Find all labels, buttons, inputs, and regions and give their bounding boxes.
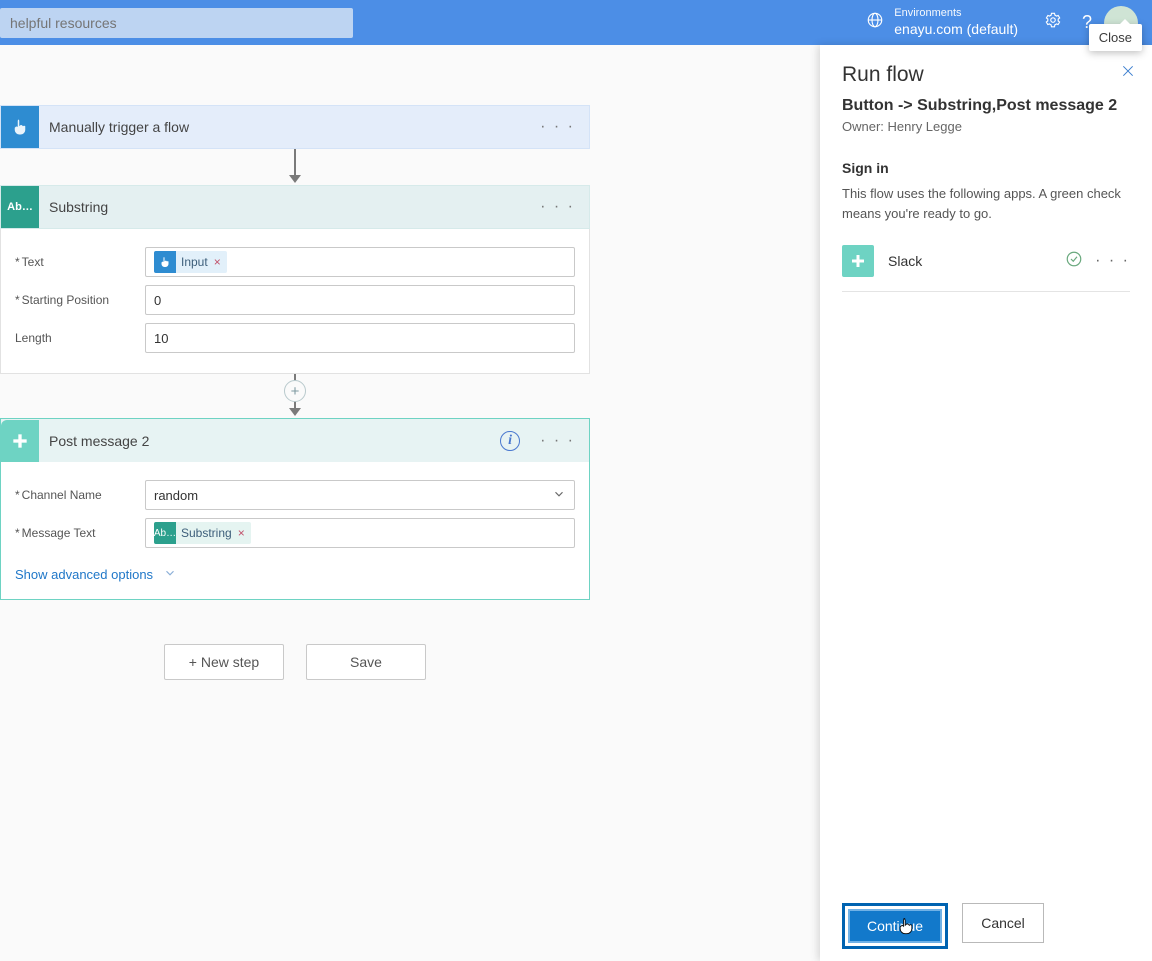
connection-name: Slack (888, 253, 1065, 269)
channel-value: random (154, 488, 198, 503)
substring-start-label: Starting Position (15, 293, 145, 307)
substring-menu[interactable]: · · · (526, 198, 589, 216)
close-icon (1120, 66, 1136, 83)
substring-icon: Ab… (154, 522, 176, 544)
input-token[interactable]: Input × (154, 251, 227, 273)
panel-close-button[interactable] (1120, 63, 1136, 84)
save-button[interactable]: Save (306, 644, 426, 680)
substring-text-label: Text (15, 255, 145, 269)
trigger-menu[interactable]: · · · (526, 118, 589, 136)
substring-length-label: Length (15, 331, 145, 345)
signin-heading: Sign in (842, 160, 1130, 176)
substring-icon: Ab… (1, 186, 39, 228)
settings-button[interactable] (1036, 11, 1070, 34)
gear-icon (1044, 11, 1062, 34)
globe-icon (866, 11, 884, 34)
substring-start-input[interactable]: 0 (145, 285, 575, 315)
substring-card-header[interactable]: Ab… Substring · · · (0, 185, 590, 229)
token-label: Input (181, 255, 208, 269)
cancel-button[interactable]: Cancel (962, 903, 1044, 943)
signin-description: This flow uses the following apps. A gre… (842, 184, 1130, 223)
chevron-down-icon (552, 487, 566, 504)
search-input[interactable] (0, 8, 353, 38)
check-icon (1065, 250, 1083, 273)
chevron-down-icon (163, 566, 177, 583)
slack-icon (1, 420, 39, 462)
trigger-title: Manually trigger a flow (39, 119, 526, 135)
show-advanced-link[interactable]: Show advanced options (15, 566, 177, 583)
substring-length-input[interactable]: 10 (145, 323, 575, 353)
environment-selector[interactable]: Environments enayu.com (default) (866, 7, 1018, 38)
close-tooltip: Close (1089, 24, 1142, 51)
message-label: Message Text (15, 526, 145, 540)
new-step-button[interactable]: + New step (164, 644, 284, 680)
connection-row-slack: Slack · · · (842, 245, 1130, 292)
continue-button[interactable]: Continue (848, 909, 942, 943)
run-flow-panel: Run flow Button -> Substring,Post messag… (820, 45, 1152, 961)
env-label: Environments (894, 7, 1018, 21)
channel-label: Channel Name (15, 488, 145, 502)
message-input[interactable]: Ab… Substring × (145, 518, 575, 548)
post-card-header[interactable]: Post message 2 i · · · (0, 418, 590, 462)
token-label: Substring (181, 526, 232, 540)
substring-text-input[interactable]: Input × (145, 247, 575, 277)
slack-icon (842, 245, 874, 277)
panel-title: Run flow (842, 63, 1130, 87)
trigger-card-header[interactable]: Manually trigger a flow · · · (0, 105, 590, 149)
token-remove[interactable]: × (238, 526, 245, 540)
post-menu[interactable]: · · · (526, 432, 589, 450)
post-card-body: Channel Name random Message Text Ab… Sub… (0, 462, 590, 600)
post-title: Post message 2 (39, 433, 500, 449)
connection-menu[interactable]: · · · (1095, 252, 1130, 270)
channel-select[interactable]: random (145, 480, 575, 510)
substring-card-body: Text Input × Starting Position 0 Length … (0, 229, 590, 374)
info-icon[interactable]: i (500, 431, 520, 451)
panel-owner: Owner: Henry Legge (842, 119, 1130, 134)
add-step-button[interactable]: + (284, 380, 306, 402)
arrow-icon (0, 149, 590, 185)
env-name: enayu.com (default) (894, 21, 1018, 39)
token-remove[interactable]: × (214, 255, 221, 269)
substring-token[interactable]: Ab… Substring × (154, 522, 251, 544)
substring-title: Substring (39, 199, 526, 215)
manual-trigger-icon (154, 251, 176, 273)
manual-trigger-icon (1, 106, 39, 148)
panel-flow-name: Button -> Substring,Post message 2 (842, 97, 1130, 115)
